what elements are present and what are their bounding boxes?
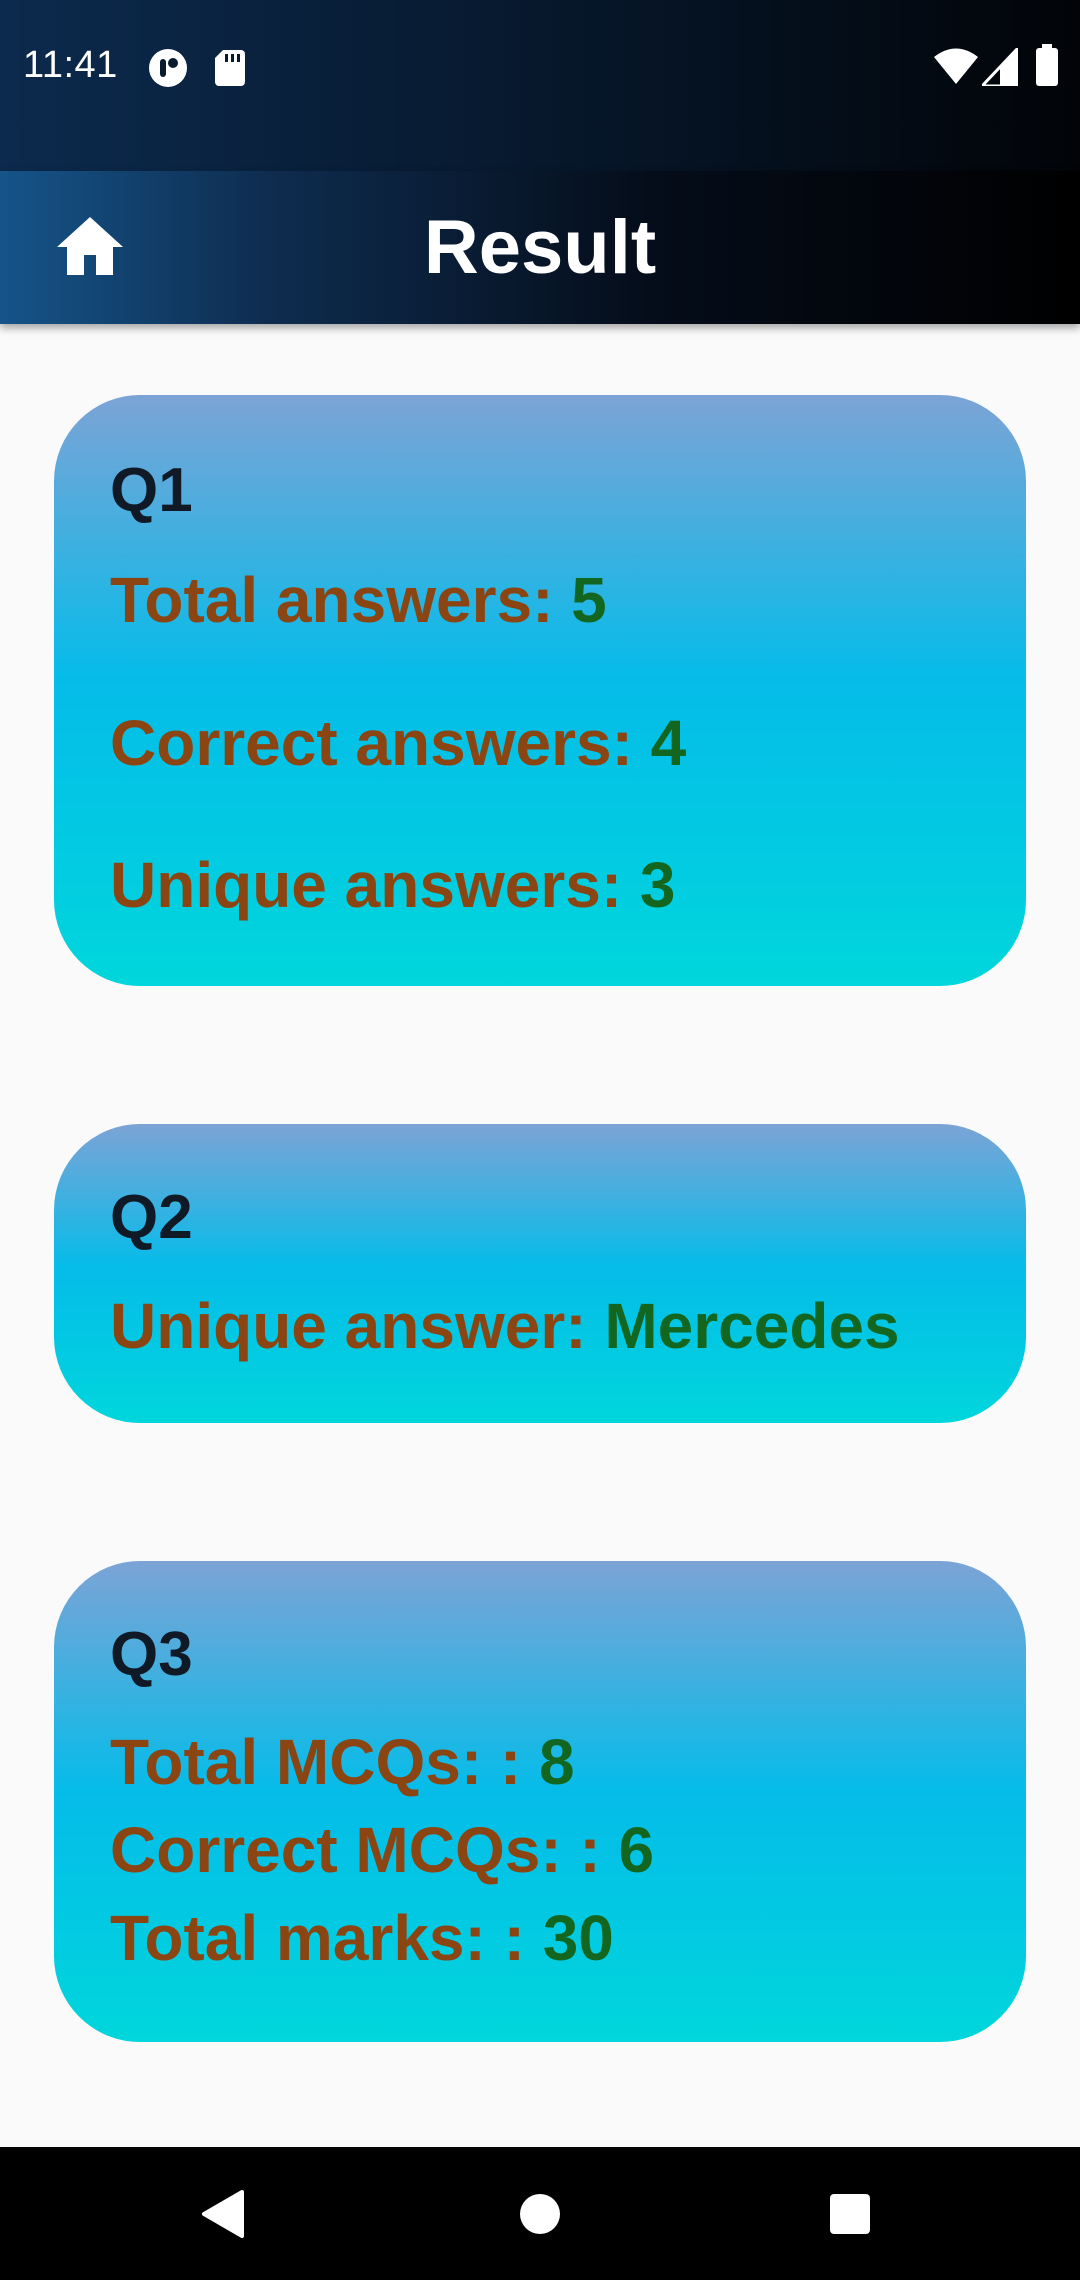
q3-total-marks-label: Total marks: : [110,1902,543,1974]
q1-correct-answers-value: 4 [650,707,687,779]
signal-icon [978,44,1020,91]
q2-unique-answer-value: Mercedes [604,1290,900,1362]
home-button[interactable] [40,201,140,291]
q3-total-mcqs-label: Total MCQs: : [110,1726,539,1798]
card-q2-title: Q2 [110,1183,193,1252]
q1-unique-answers-label: Unique answers: [110,849,640,921]
back-button[interactable] [200,2189,246,2244]
wifi-icon [934,48,978,91]
q1-total-answers-label: Total answers: [110,564,572,636]
q3-total-marks: Total marks: : 30 [110,1901,614,1975]
q3-total-mcqs: Total MCQs: : 8 [110,1725,575,1799]
card-q1: Q1 Total answers: 5 Correct answers: 4 U… [54,395,1026,986]
sd-card-icon [215,50,245,91]
q3-total-marks-value: 30 [542,1902,614,1974]
q3-total-mcqs-value: 8 [539,1726,575,1798]
card-q1-title: Q1 [110,456,193,525]
battery-icon [1036,44,1058,91]
q3-correct-mcqs-value: 6 [618,1814,655,1886]
home-nav-button[interactable] [519,2193,561,2240]
q2-unique-answer-label: Unique answer: [110,1290,605,1362]
q3-correct-mcqs: Correct MCQs: : 6 [110,1813,654,1887]
recents-button[interactable] [829,2193,871,2240]
card-q2: Q2 Unique answer: Mercedes [54,1124,1026,1423]
page-title: Result [423,205,657,290]
back-icon [202,2190,244,2238]
status-bar: 11:41 [0,0,1080,171]
q1-correct-answers: Correct answers: 4 [110,706,686,780]
card-q3-title: Q3 [110,1620,193,1689]
q3-correct-mcqs-label: Correct MCQs: : [110,1814,619,1886]
recents-icon [830,2194,870,2234]
q1-unique-answers-value: 3 [639,849,676,921]
q1-correct-answers-label: Correct answers: [110,707,651,779]
status-time: 11:41 [23,44,118,86]
q2-unique-answer: Unique answer: Mercedes [110,1289,900,1363]
navigation-bar [0,2147,1080,2280]
q1-total-answers-value: 5 [571,564,607,636]
q1-unique-answers: Unique answers: 3 [110,848,676,922]
card-q3: Q3 Total MCQs: : 8 Correct MCQs: : 6 Tot… [54,1561,1026,2042]
q1-total-answers: Total answers: 5 [110,563,607,637]
home-icon [57,217,123,275]
app-bar: Result [0,171,1080,324]
home-circle-icon [520,2194,560,2234]
privacy-dot-icon [148,48,188,93]
